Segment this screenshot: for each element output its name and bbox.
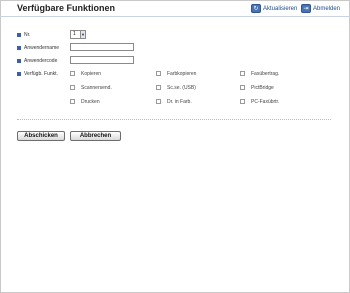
refresh-label: Aktualisieren (263, 5, 298, 12)
checkbox-label: Kopieren (81, 70, 102, 77)
checkbox-label: Sc.se. (USB) (167, 84, 196, 91)
checkbox-label: Farbkopieren (167, 70, 197, 77)
checkbox-label: PC-Faxübrtr. (251, 98, 280, 105)
app-name-row: Anwendername (17, 43, 59, 52)
bullet-icon (17, 45, 21, 50)
logout-label: Abmelden (313, 5, 341, 12)
app-code-label: Anwendercode (24, 57, 58, 64)
checkbox-pc-fax[interactable]: PC-Faxübrtr. (240, 98, 279, 105)
refresh-icon: ↻ (251, 4, 261, 13)
nr-label: Nr. (24, 31, 31, 38)
checkbox-label: PictBridge (251, 84, 274, 91)
nr-select[interactable]: 1 ▼ (70, 30, 86, 39)
app-name-label: Anwendername (24, 44, 60, 51)
chevron-down-icon: ▼ (80, 31, 85, 38)
bullet-icon (17, 32, 21, 37)
checkbox-box[interactable] (240, 99, 245, 104)
nr-row: Nr. (17, 30, 30, 39)
checkbox-box[interactable] (70, 85, 75, 90)
bullet-icon (17, 58, 21, 63)
page-header: Verfügbare Funktionen ↻ Aktualisieren ⇥ … (0, 0, 350, 17)
logout-button[interactable]: ⇥ Abmelden (301, 3, 340, 14)
checkbox-box[interactable] (156, 85, 161, 90)
checkbox-scanner-send[interactable]: Scannersend. (70, 84, 112, 91)
app-name-input[interactable] (70, 43, 134, 51)
bullet-icon (17, 71, 21, 76)
checkbox-box[interactable] (156, 71, 161, 76)
logout-icon: ⇥ (301, 4, 311, 13)
app-code-row: Anwendercode (17, 56, 57, 65)
app-code-input[interactable] (70, 56, 134, 64)
checkbox-color-copy[interactable]: Farbkopieren (156, 70, 196, 77)
refresh-button[interactable]: ↻ Aktualisieren (251, 3, 297, 14)
checkbox-label: Faxübertrag. (251, 70, 280, 77)
checkbox-copy[interactable]: Kopieren (70, 70, 101, 77)
checkbox-box[interactable] (70, 71, 75, 76)
separator (17, 119, 331, 120)
submit-button[interactable]: Abschicken (17, 131, 65, 141)
functions-row: Verfügb. Funkt. (17, 69, 58, 78)
checkbox-scan-usb[interactable]: Sc.se. (USB) (156, 84, 196, 91)
checkbox-fax[interactable]: Faxübertrag. (240, 70, 279, 77)
checkbox-color-print[interactable]: Dr. in Farb. (156, 98, 192, 105)
checkbox-box[interactable] (156, 99, 161, 104)
nr-select-value: 1 (73, 31, 76, 37)
checkbox-label: Dr. in Farb. (167, 98, 192, 105)
page-title: Verfügbare Funktionen (17, 3, 116, 13)
checkbox-pictbridge[interactable]: PictBridge (240, 84, 274, 91)
checkbox-box[interactable] (240, 85, 245, 90)
checkbox-label: Scannersend. (81, 84, 112, 91)
cancel-button[interactable]: Abbrechen (70, 131, 121, 141)
checkbox-box[interactable] (70, 99, 75, 104)
checkbox-box[interactable] (240, 71, 245, 76)
checkbox-label: Drucken (81, 98, 100, 105)
functions-label: Verfügb. Funkt. (24, 70, 58, 77)
checkbox-print[interactable]: Drucken (70, 98, 100, 105)
